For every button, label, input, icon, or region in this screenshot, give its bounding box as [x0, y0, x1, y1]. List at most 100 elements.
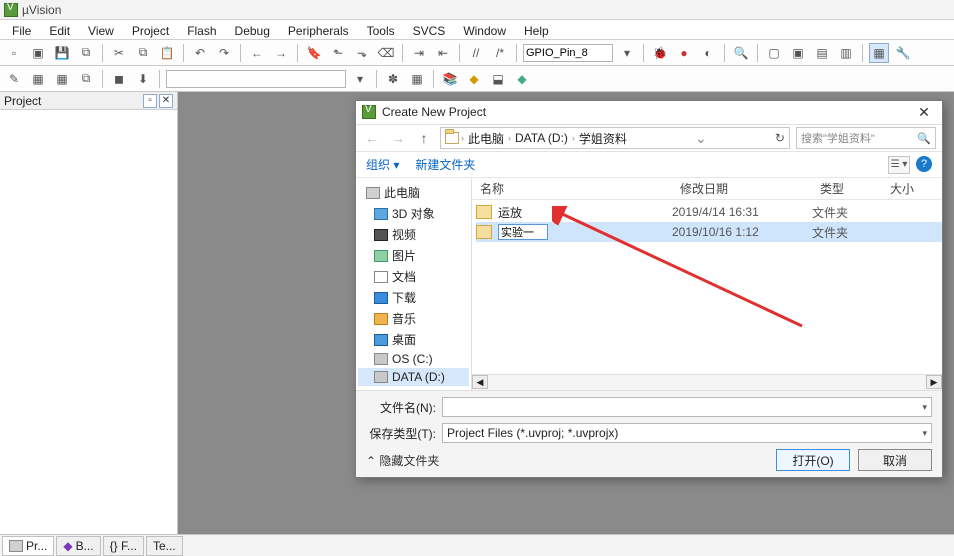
tb2-target-dd-icon[interactable]: ▾: [350, 69, 370, 89]
tb-redo-icon[interactable]: ↷: [214, 43, 234, 63]
tb2-books-icon[interactable]: 📚: [440, 69, 460, 89]
menu-tools[interactable]: Tools: [359, 23, 403, 39]
tb-wrench-icon[interactable]: 🔧: [893, 43, 913, 63]
status-tab-templates[interactable]: Te...: [146, 536, 183, 556]
menu-peripherals[interactable]: Peripherals: [280, 23, 357, 39]
nav-back-button[interactable]: ←: [362, 130, 382, 146]
tb-win4-icon[interactable]: ▥: [836, 43, 856, 63]
menu-help[interactable]: Help: [516, 23, 557, 39]
tree-node-图片[interactable]: 图片: [358, 245, 469, 266]
tb-indent-icon[interactable]: ⇥: [409, 43, 429, 63]
tb-saveall-icon[interactable]: ⧉: [76, 43, 96, 63]
scroll-left-icon[interactable]: ◀: [472, 375, 488, 389]
nav-up-button[interactable]: ↑: [414, 130, 434, 146]
tree-node-文档[interactable]: 文档: [358, 266, 469, 287]
tb-magnify-icon[interactable]: 🔍: [731, 43, 751, 63]
tb-back-icon[interactable]: ←: [247, 43, 267, 63]
tb-bookmark-prev-icon[interactable]: ⬑: [328, 43, 348, 63]
tb-bp-icon[interactable]: ●: [674, 43, 694, 63]
tb-uncomment-icon[interactable]: /*: [490, 43, 510, 63]
tb-win3-icon[interactable]: ▤: [812, 43, 832, 63]
tb-win2-icon[interactable]: ▣: [788, 43, 808, 63]
tb2-stop-icon[interactable]: ◼: [109, 69, 129, 89]
col-type[interactable]: 类型: [816, 180, 886, 197]
menu-flash[interactable]: Flash: [179, 23, 224, 39]
search-box[interactable]: 搜索"学姐资料" 🔍: [796, 127, 936, 149]
cancel-button[interactable]: 取消: [858, 449, 932, 471]
path-seg-thispc[interactable]: 此电脑: [466, 130, 506, 147]
nav-tree[interactable]: 此电脑3D 对象视频图片文档下载音乐桌面OS (C:)DATA (D:): [356, 178, 472, 390]
tb-fwd-icon[interactable]: →: [271, 43, 291, 63]
tb2-rebuild-icon[interactable]: ▦: [52, 69, 72, 89]
tree-node-OS (C:)[interactable]: OS (C:): [358, 350, 469, 368]
project-tree-area[interactable]: [0, 110, 177, 534]
refresh-button[interactable]: ↻: [775, 131, 785, 145]
toolbar-search-input[interactable]: [523, 44, 613, 62]
dialog-close-button[interactable]: ✕: [912, 104, 936, 121]
tree-node-音乐[interactable]: 音乐: [358, 308, 469, 329]
tb-bookmark-next-icon[interactable]: ⬎: [352, 43, 372, 63]
tb-bookmark-icon[interactable]: 🔖: [304, 43, 324, 63]
tb2-packinst-icon[interactable]: ⬓: [488, 69, 508, 89]
newfolder-button[interactable]: 新建文件夹: [415, 156, 475, 173]
status-tab-project[interactable]: Pr...: [2, 536, 54, 556]
tb-win1-icon[interactable]: ▢: [764, 43, 784, 63]
tb-comment-icon[interactable]: //: [466, 43, 486, 63]
panel-pin-icon[interactable]: ▫: [143, 94, 157, 108]
menu-file[interactable]: File: [4, 23, 39, 39]
status-tab-books[interactable]: ◆B...: [56, 536, 100, 556]
panel-close-icon[interactable]: ✕: [159, 94, 173, 108]
open-button[interactable]: 打开(O): [776, 449, 850, 471]
col-date[interactable]: 修改日期: [676, 180, 816, 197]
tree-node-DATA (D:)[interactable]: DATA (D:): [358, 368, 469, 386]
tb-outdent-icon[interactable]: ⇤: [433, 43, 453, 63]
tb2-options-icon[interactable]: ✽: [383, 69, 403, 89]
hide-folders-toggle[interactable]: ⌃ 隐藏文件夹: [366, 452, 768, 469]
tb-cut-icon[interactable]: ✂: [109, 43, 129, 63]
menu-view[interactable]: View: [80, 23, 122, 39]
tree-node-视频[interactable]: 视频: [358, 224, 469, 245]
tree-node-下载[interactable]: 下载: [358, 287, 469, 308]
status-tab-functions[interactable]: {} F...: [103, 536, 144, 556]
tree-node-此电脑[interactable]: 此电脑: [358, 182, 469, 203]
tb-copy-icon[interactable]: ⧉: [133, 43, 153, 63]
filename-input[interactable]: ▾: [442, 397, 932, 417]
rename-input[interactable]: [498, 224, 548, 240]
tb-save-icon[interactable]: 💾: [52, 43, 72, 63]
tb2-translate-icon[interactable]: ✎: [4, 69, 24, 89]
tb-config-icon[interactable]: ▦: [869, 43, 889, 63]
tb2-batch-icon[interactable]: ⧉: [76, 69, 96, 89]
col-size[interactable]: 大小: [886, 180, 942, 197]
tb-bookmark-clear-icon[interactable]: ⌫: [376, 43, 396, 63]
menu-project[interactable]: Project: [124, 23, 177, 39]
nav-forward-button[interactable]: →: [388, 130, 408, 146]
menu-debug[interactable]: Debug: [227, 23, 278, 39]
filetype-select[interactable]: Project Files (*.uvproj; *.uvprojx)▾: [442, 423, 932, 443]
file-list[interactable]: 运放2019/4/14 16:31文件夹2019/10/16 1:12文件夹: [472, 200, 942, 374]
viewmode-button[interactable]: ☰ ▾: [888, 156, 910, 174]
organize-menu[interactable]: 组织 ▾: [366, 156, 399, 173]
path-seg-folder[interactable]: 学姐资料: [577, 130, 629, 147]
path-field[interactable]: › 此电脑 › DATA (D:) › 学姐资料 ⌄ ↻: [440, 127, 790, 149]
menu-svcs[interactable]: SVCS: [405, 23, 454, 39]
tree-node-3D 对象[interactable]: 3D 对象: [358, 203, 469, 224]
tb-findnext-icon[interactable]: ▾: [617, 43, 637, 63]
menu-window[interactable]: Window: [455, 23, 514, 39]
tb-debug-icon[interactable]: 🐞: [650, 43, 670, 63]
tb-undo-icon[interactable]: ↶: [190, 43, 210, 63]
menu-edit[interactable]: Edit: [41, 23, 78, 39]
tb2-build-icon[interactable]: ▦: [28, 69, 48, 89]
horizontal-scrollbar[interactable]: ◀ ▶: [472, 374, 942, 390]
tb-paste-icon[interactable]: 📋: [157, 43, 177, 63]
scroll-right-icon[interactable]: ▶: [926, 375, 942, 389]
tb-open-icon[interactable]: ▣: [28, 43, 48, 63]
tb2-rte-icon[interactable]: ◆: [512, 69, 532, 89]
col-name[interactable]: 名称: [476, 180, 676, 197]
tb2-manage-icon[interactable]: ▦: [407, 69, 427, 89]
tb2-download-icon[interactable]: ⬇: [133, 69, 153, 89]
path-seg-drive[interactable]: DATA (D:): [513, 131, 570, 145]
path-dropdown-icon[interactable]: ⌄: [691, 130, 711, 147]
tb-bpall-icon[interactable]: ◐: [698, 43, 718, 63]
tree-node-桌面[interactable]: 桌面: [358, 329, 469, 350]
help-button[interactable]: ?: [916, 156, 932, 172]
